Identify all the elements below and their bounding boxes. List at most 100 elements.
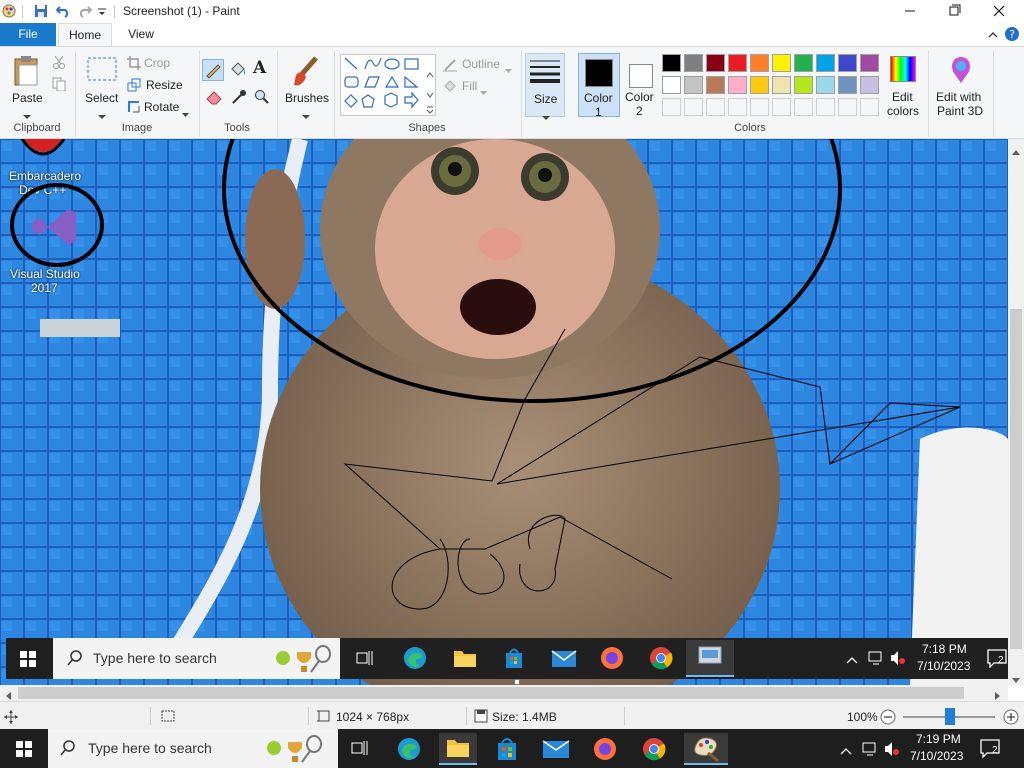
save-icon[interactable] <box>34 4 48 18</box>
edit-with-paint3d-button[interactable]: Edit with Paint 3D <box>932 53 990 118</box>
cut-icon[interactable] <box>52 55 66 72</box>
network-icon <box>868 650 886 669</box>
chrome-button[interactable] <box>635 733 673 765</box>
firefox-button[interactable] <box>586 733 624 765</box>
scroll-down-arrow[interactable] <box>1012 673 1020 687</box>
palette-swatch[interactable] <box>706 54 725 72</box>
file-explorer-button[interactable] <box>439 733 477 765</box>
chevron-up-icon <box>846 653 858 667</box>
taskbar-search-box[interactable]: Type here to search <box>48 729 338 768</box>
rotate-button[interactable]: Rotate <box>127 99 197 117</box>
color2-label: Color <box>625 90 654 104</box>
palette-swatch[interactable] <box>706 76 725 94</box>
scroll-up-arrow[interactable] <box>1012 144 1020 158</box>
fill-button[interactable]: Fill <box>442 78 518 96</box>
start-button[interactable] <box>0 729 48 768</box>
maximize-button[interactable] <box>932 0 976 23</box>
palette-swatch[interactable] <box>816 54 835 72</box>
size-button[interactable]: Size <box>525 53 565 120</box>
palette-swatch[interactable] <box>662 98 681 116</box>
minimize-button[interactable] <box>888 0 932 23</box>
palette-swatch[interactable] <box>838 54 857 72</box>
palette-swatch[interactable] <box>728 54 747 72</box>
vertical-scroll-thumb[interactable] <box>1010 309 1022 649</box>
brushes-button[interactable]: Brushes <box>282 53 330 119</box>
rotate-label: Rotate <box>144 100 180 114</box>
tab-view[interactable]: View <box>114 23 168 46</box>
palette-swatch[interactable] <box>772 98 791 116</box>
resize-button[interactable]: Resize <box>127 77 197 95</box>
palette-swatch[interactable] <box>684 54 703 72</box>
paint-taskbar-button[interactable] <box>684 733 728 765</box>
palette-swatch[interactable] <box>728 76 747 94</box>
select-button[interactable]: Select <box>83 53 121 119</box>
search-icon <box>67 650 83 669</box>
close-button[interactable] <box>976 0 1022 23</box>
palette-swatch[interactable] <box>860 54 879 72</box>
palette-swatch[interactable] <box>684 98 703 116</box>
palette-swatch[interactable] <box>860 76 879 94</box>
text-tool-icon[interactable]: A <box>253 58 266 78</box>
palette-swatch[interactable] <box>684 76 703 94</box>
horizontal-scrollbar[interactable] <box>0 685 1008 701</box>
tab-file[interactable]: File <box>0 23 56 46</box>
clock-date[interactable]: 7/10/2023 <box>910 749 963 763</box>
clock-time[interactable]: 7:19 PM <box>916 732 961 746</box>
palette-swatch[interactable] <box>662 54 681 72</box>
chevron-up-icon[interactable] <box>840 744 852 758</box>
redo-icon[interactable] <box>78 4 93 18</box>
color2-button[interactable]: Color 2 <box>622 53 660 118</box>
drawing-canvas[interactable]: Embarcadero Dev C++ Visual Studio 2017 T… <box>0 139 1008 685</box>
task-view-button[interactable] <box>341 733 379 765</box>
palette-swatch[interactable] <box>794 76 813 94</box>
volume-muted-icon[interactable] <box>884 741 900 760</box>
store-button[interactable] <box>488 733 526 765</box>
palette-swatch[interactable] <box>838 76 857 94</box>
palette-swatch[interactable] <box>750 98 769 116</box>
customize-qat-icon[interactable] <box>97 6 107 16</box>
tab-home[interactable]: Home <box>58 23 112 47</box>
fill-icon <box>442 78 458 97</box>
shapes-gallery[interactable] <box>340 54 436 116</box>
paste-button[interactable]: Paste <box>8 53 46 119</box>
collapse-ribbon-icon[interactable] <box>988 29 998 39</box>
palette-swatch[interactable] <box>728 98 747 116</box>
shapes-scroll-icon[interactable] <box>425 57 435 118</box>
palette-swatch[interactable] <box>772 54 791 72</box>
palette-swatch[interactable] <box>838 98 857 116</box>
zoom-slider-thumb[interactable] <box>945 708 955 725</box>
crop-button[interactable]: Crop <box>127 55 197 73</box>
zoom-in-button[interactable] <box>1003 709 1019 728</box>
copy-icon[interactable] <box>52 77 66 94</box>
palette-swatch[interactable] <box>794 98 813 116</box>
vertical-scrollbar[interactable] <box>1008 139 1024 685</box>
search-icon <box>60 740 76 759</box>
undo-icon[interactable] <box>55 4 70 18</box>
status-divider <box>150 707 151 725</box>
mail-button[interactable] <box>537 733 575 765</box>
horizontal-scroll-thumb[interactable] <box>18 687 964 699</box>
palette-swatch[interactable] <box>750 54 769 72</box>
network-icon[interactable] <box>862 741 880 760</box>
pencil-tool-icon[interactable] <box>202 59 224 81</box>
palette-swatch[interactable] <box>794 54 813 72</box>
edge-button[interactable] <box>390 733 428 765</box>
captured-taskbar: Type here to search 7:18 PM 7/10/2023 2 <box>6 638 1008 679</box>
fill-bucket-icon[interactable] <box>228 60 248 83</box>
palette-swatch[interactable] <box>706 98 725 116</box>
edit-colors-button[interactable]: Edit colors <box>884 53 924 118</box>
color-picker-icon[interactable] <box>231 89 247 108</box>
palette-swatch[interactable] <box>860 98 879 116</box>
magnifier-icon[interactable] <box>254 89 270 108</box>
palette-swatch[interactable] <box>662 76 681 94</box>
palette-swatch[interactable] <box>772 76 791 94</box>
eraser-icon[interactable] <box>205 89 223 108</box>
help-icon[interactable]: ? <box>1004 26 1020 42</box>
color1-button[interactable]: Color 1 <box>578 53 620 119</box>
palette-swatch[interactable] <box>816 98 835 116</box>
outline-button[interactable]: Outline <box>442 56 518 74</box>
desktop-icon-label: Visual Studio <box>10 267 80 281</box>
palette-swatch[interactable] <box>816 76 835 94</box>
palette-swatch[interactable] <box>750 76 769 94</box>
zoom-out-button[interactable] <box>880 709 896 728</box>
